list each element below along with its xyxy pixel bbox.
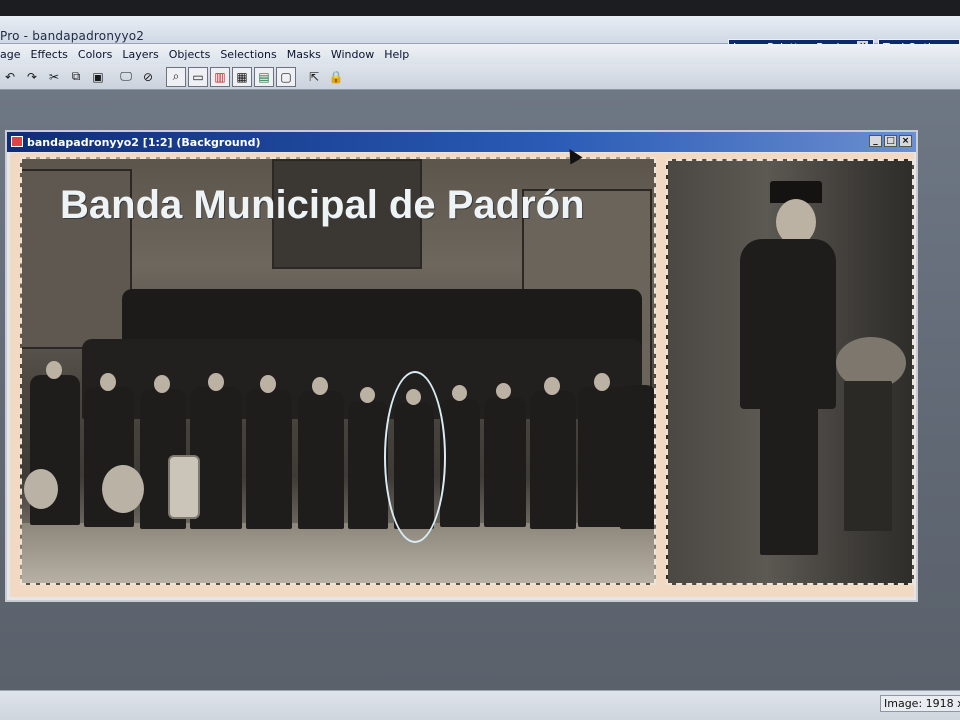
band-members bbox=[22, 279, 654, 529]
image-canvas[interactable]: Banda Municipal de Padrón bbox=[10, 153, 914, 597]
menu-colors[interactable]: Colors bbox=[73, 48, 117, 61]
monitor-bezel bbox=[0, 0, 960, 16]
histogram-icon[interactable]: ▭ bbox=[188, 66, 208, 87]
document-icon bbox=[11, 136, 23, 147]
image-window-title: bandapadronyyo2 [1:2] (Background) bbox=[27, 136, 261, 149]
window-icon[interactable]: ▢ bbox=[276, 66, 296, 87]
palette-icon[interactable]: ▤ bbox=[254, 66, 274, 87]
band-group-photo: Banda Municipal de Padrón bbox=[20, 157, 656, 585]
minimize-icon[interactable]: _ bbox=[869, 135, 882, 147]
image-window[interactable]: bandapadronyyo2 [1:2] (Background) _ □ × bbox=[5, 130, 918, 602]
menu-help[interactable]: Help bbox=[379, 48, 414, 61]
zoom-icon[interactable]: ⌕ bbox=[166, 66, 186, 87]
app-title-bar: Pro - bandapadronyyo2 Layer Palette - Ba… bbox=[0, 16, 960, 56]
monitor-icon[interactable]: 🖵 bbox=[116, 67, 136, 87]
redo-icon[interactable]: ↷ bbox=[22, 67, 42, 87]
paste-icon[interactable]: ▣ bbox=[88, 67, 108, 87]
officer-portrait-photo bbox=[666, 159, 914, 585]
window-controls: _ □ × bbox=[869, 135, 912, 147]
undo-icon[interactable]: ↶ bbox=[0, 67, 20, 87]
side-table bbox=[844, 381, 892, 531]
toolbar: ↶ ↷ ✂ ⧉ ▣ 🖵 ⊘ ⌕ ▭ ▥ ▦ ▤ ▢ ⇱ 🔒 bbox=[0, 64, 960, 90]
menu-selections[interactable]: Selections bbox=[215, 48, 281, 61]
menu-window[interactable]: Window bbox=[326, 48, 379, 61]
status-bar: Image: 1918 x 9 bbox=[0, 690, 960, 720]
close-icon[interactable]: × bbox=[899, 135, 912, 147]
color-bars-icon[interactable]: ▥ bbox=[210, 66, 230, 87]
image-info: Image: 1918 x 9 bbox=[880, 695, 960, 712]
officer-figure bbox=[736, 177, 836, 569]
menu-masks[interactable]: Masks bbox=[282, 48, 326, 61]
menu-objects[interactable]: Objects bbox=[164, 48, 216, 61]
photo-caption: Banda Municipal de Padrón bbox=[60, 183, 585, 227]
app-title: Pro - bandapadronyyo2 bbox=[0, 29, 145, 43]
menu-effects[interactable]: Effects bbox=[26, 48, 73, 61]
menu-layers[interactable]: Layers bbox=[117, 48, 163, 61]
no-entry-icon[interactable]: ⊘ bbox=[138, 67, 158, 87]
maximize-icon[interactable]: □ bbox=[884, 135, 897, 147]
lock-icon[interactable]: 🔒 bbox=[326, 67, 346, 87]
cut-icon[interactable]: ✂ bbox=[44, 67, 64, 87]
copy-icon[interactable]: ⧉ bbox=[66, 67, 86, 87]
graph-icon[interactable]: ▦ bbox=[232, 66, 252, 87]
highlight-ellipse bbox=[384, 371, 446, 543]
menu-bar: age Effects Colors Layers Objects Select… bbox=[0, 44, 960, 64]
stone-steps bbox=[22, 523, 654, 583]
menu-image[interactable]: age bbox=[0, 48, 26, 61]
image-window-title-bar[interactable]: bandapadronyyo2 [1:2] (Background) _ □ × bbox=[7, 132, 916, 152]
pointer-icon[interactable]: ⇱ bbox=[304, 67, 324, 87]
